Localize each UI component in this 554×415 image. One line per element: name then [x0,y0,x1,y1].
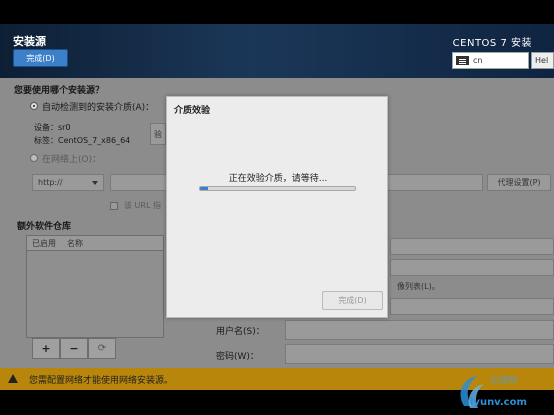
repos-title: 额外软件仓库 [17,222,72,232]
dialog-message: 正在效验介质，请等待... [228,174,328,184]
repo-list[interactable]: 已启用 名称 [26,235,164,338]
dialog-title: 介质效验 [174,106,211,116]
auto-detect-label: 自动检测到的安装介质(A)： [42,103,155,113]
warning-text: 您需配置网络才能使用网络安装源。 [29,376,174,386]
network-label: 在网络上(O)： [42,155,102,165]
col-enabled: 已启用 [32,239,56,248]
remove-repo-button[interactable]: − [60,338,88,359]
header-bar: 安装源 完成(D) CENTOS 7 安装 [0,24,554,78]
source-question: 您要使用哪个安装源？ [14,86,105,96]
device-label: 设备：sr0 [34,123,71,132]
repo-proxy-input[interactable] [390,298,554,315]
product-title: CENTOS 7 安装 [452,38,532,49]
network-radio[interactable] [30,154,38,162]
repo-url-input[interactable] [390,259,554,276]
protocol-select[interactable]: http:// [32,174,104,191]
verify-button[interactable]: 验 [150,123,166,145]
repo-list-header: 已启用 名称 [27,236,163,251]
done-button[interactable]: 完成(D) [13,49,68,67]
username-input[interactable] [285,320,554,340]
watermark-domain: iyunv.com [470,397,527,408]
col-name: 名称 [67,239,83,248]
disc-label: 标签：CentOS_7_x86_64 [34,136,131,145]
password-label: 密码(W)： [216,352,259,362]
top-black-strip [0,0,554,24]
add-repo-button[interactable]: + [32,338,60,359]
help-button[interactable]: Hel [531,52,554,69]
protocol-value: http:// [38,178,63,187]
repo-name-input[interactable] [390,238,554,255]
reset-repo-button[interactable]: ⟳ [88,338,116,359]
auto-detect-radio[interactable] [30,102,38,110]
keyboard-icon [456,56,469,65]
keyboard-layout-indicator[interactable]: cn [452,52,529,69]
keyboard-layout-label: cn [473,56,483,65]
mirror-hint: 像列表(L)。 [397,282,440,291]
verify-button-label: 验 [154,130,162,139]
verify-progress-bar [199,186,356,191]
progress-fill [200,187,208,190]
mirror-list-checkbox[interactable] [110,202,118,210]
chevron-down-icon [92,181,98,185]
proxy-settings-button[interactable]: 代理设置(P) [487,174,551,191]
username-label: 用户名(S)： [216,327,265,337]
media-check-dialog: 介质效验 正在效验介质，请等待... 完成(D) [166,96,388,318]
password-input[interactable] [285,344,554,364]
mirror-checkbox-label: 该 URL 指 [124,201,161,210]
page-title: 安装源 [13,35,46,48]
watermark-cn: 亿速网 [490,376,518,386]
repo-toolbar: + − ⟳ [32,338,116,359]
warning-icon [8,374,18,383]
dialog-done-button[interactable]: 完成(D) [322,291,383,310]
